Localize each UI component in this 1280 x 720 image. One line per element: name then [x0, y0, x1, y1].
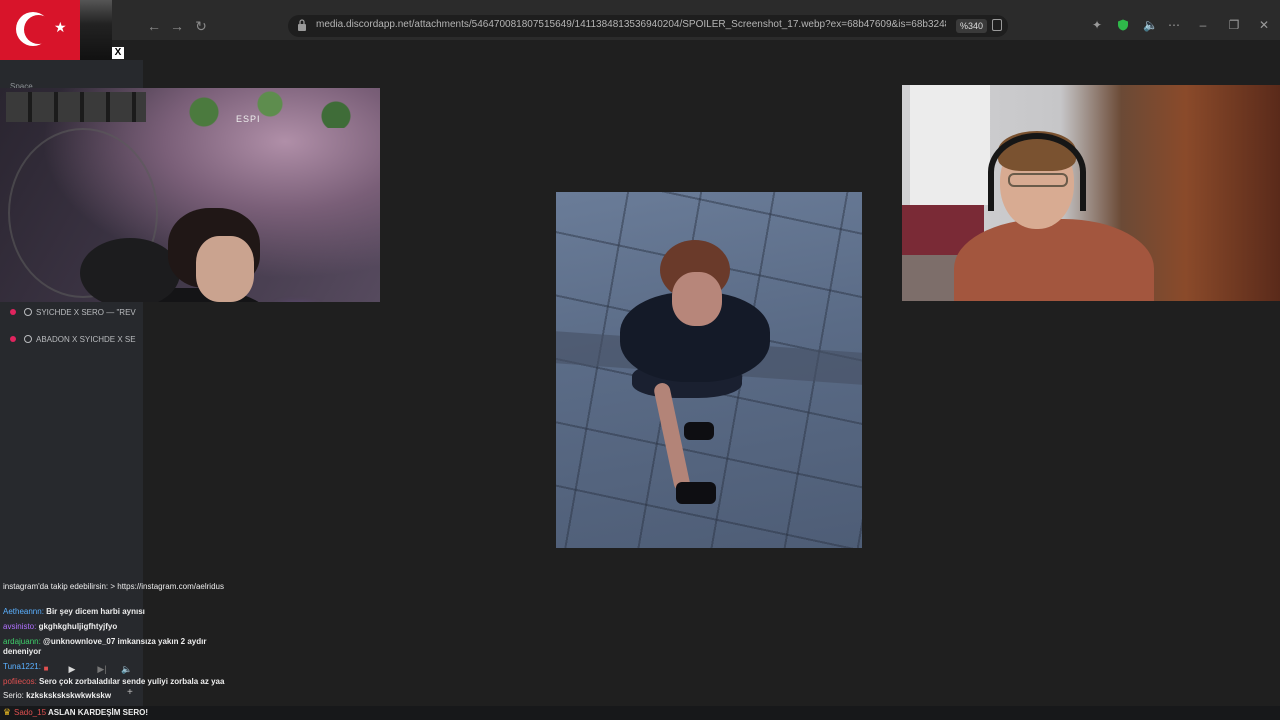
- more-icon[interactable]: ⋯: [1168, 19, 1180, 31]
- chat-message: ardajuann: @unknownlove_07 imkansıza yak…: [3, 637, 229, 657]
- back-icon[interactable]: ←: [146, 18, 162, 34]
- crescent-cut: [24, 15, 53, 44]
- close-icon[interactable]: ✕: [1258, 19, 1270, 31]
- chat-username[interactable]: ardajuann:: [3, 637, 41, 646]
- live-dot-icon: [10, 336, 16, 342]
- headset: [988, 133, 1086, 211]
- skip-next-icon[interactable]: ▶|: [96, 663, 108, 675]
- streamer-cap: [80, 238, 180, 302]
- figure-face: [672, 272, 722, 326]
- forward-icon[interactable]: →: [169, 18, 185, 34]
- plants: [160, 88, 380, 128]
- neon-sign-text: ESPI: [236, 114, 261, 124]
- guest-webcam: [902, 85, 1280, 301]
- bottom-chat-bar: ♛ Sado_15 ASLAN KARDEŞİM SERO!: [0, 706, 1280, 720]
- turkish-flag-image: ★: [0, 0, 112, 60]
- chat-text: Sero çok zorbaladılar sende yuliyi zorba…: [39, 677, 225, 686]
- glasses: [1008, 173, 1068, 187]
- chat-text: instagram'da takip edebilirsin: > https:…: [3, 582, 224, 591]
- plus-icon[interactable]: +: [127, 688, 137, 698]
- volume-icon[interactable]: 🔈: [121, 663, 133, 675]
- streamer-face: [196, 236, 254, 302]
- chat-message: Serio: kzkskskskskwkwkskw: [3, 691, 229, 701]
- music-item[interactable]: ABADON X SYICHDE X SE: [10, 335, 140, 349]
- shield-icon[interactable]: [1117, 19, 1129, 31]
- browser-toolbar: ← → ↻ media.discordapp.net/attachments/5…: [0, 0, 1280, 40]
- shoe: [676, 482, 716, 504]
- music-title: ABADON X SYICHDE X SE: [36, 335, 136, 344]
- x-badge-icon[interactable]: X: [112, 47, 124, 59]
- chat-message: instagram'da takip edebilirsin: > https:…: [3, 582, 229, 592]
- star-icon: ★: [54, 19, 67, 35]
- live-dot-icon: [10, 309, 16, 315]
- chat-username[interactable]: Serio:: [3, 691, 24, 700]
- shoe: [684, 422, 714, 440]
- chat-text: ASLAN KARDEŞİM SERO!: [48, 708, 149, 717]
- disc-icon: [24, 308, 32, 316]
- viewed-image[interactable]: [556, 192, 862, 548]
- puzzle-icon[interactable]: ✦: [1091, 19, 1103, 31]
- reload-icon[interactable]: ↻: [193, 18, 209, 34]
- reader-mode-icon[interactable]: [992, 19, 1002, 31]
- chat-username[interactable]: Aetheannn:: [3, 607, 44, 616]
- url-text[interactable]: media.discordapp.net/attachments/5464700…: [316, 19, 946, 30]
- crown-icon: ♛: [3, 707, 12, 717]
- lock-icon: [298, 19, 306, 31]
- minimize-icon[interactable]: –: [1197, 19, 1209, 31]
- wall-art: [6, 92, 146, 122]
- flag-icon: ■: [43, 664, 49, 673]
- guest-body: [954, 219, 1154, 301]
- chat-text: Bir şey dicem harbi aynısı: [46, 607, 145, 616]
- chat-message: pofiiecos: Sero çok zorbaladılar sende y…: [3, 677, 229, 687]
- chat-username[interactable]: avsinisto:: [3, 622, 36, 631]
- chat-text: gkghkghuljigfhtyjfyo: [38, 622, 118, 631]
- chat-text: kzkskskskskwkwkskw: [26, 691, 112, 700]
- address-bar[interactable]: media.discordapp.net/attachments/5464700…: [288, 15, 1008, 37]
- music-item[interactable]: SYICHDE X SERO — "REV: [10, 308, 140, 322]
- volume-icon[interactable]: 🔈: [1143, 19, 1158, 31]
- streamer-webcam: ESPI: [0, 88, 380, 302]
- zoom-level[interactable]: %340: [956, 19, 988, 33]
- chat-message: Aetheannn: Bir şey dicem harbi aynısı: [3, 607, 229, 617]
- chat-username[interactable]: pofiiecos:: [3, 677, 37, 686]
- music-title: SYICHDE X SERO — "REV: [36, 308, 136, 317]
- bed: [902, 255, 962, 301]
- window: [910, 85, 990, 205]
- disc-icon: [24, 335, 32, 343]
- restore-icon[interactable]: ❐: [1228, 19, 1240, 31]
- chat-username[interactable]: Sado_15: [14, 708, 46, 717]
- music-player-controls: ■ ▶ ▶| 🔈: [0, 660, 143, 678]
- chat-message: avsinisto: gkghkghuljigfhtyjfyo: [3, 622, 229, 632]
- portrait-image: [80, 0, 112, 60]
- screen: ← → ↻ media.discordapp.net/attachments/5…: [0, 0, 1280, 720]
- play-icon[interactable]: ▶: [66, 663, 78, 675]
